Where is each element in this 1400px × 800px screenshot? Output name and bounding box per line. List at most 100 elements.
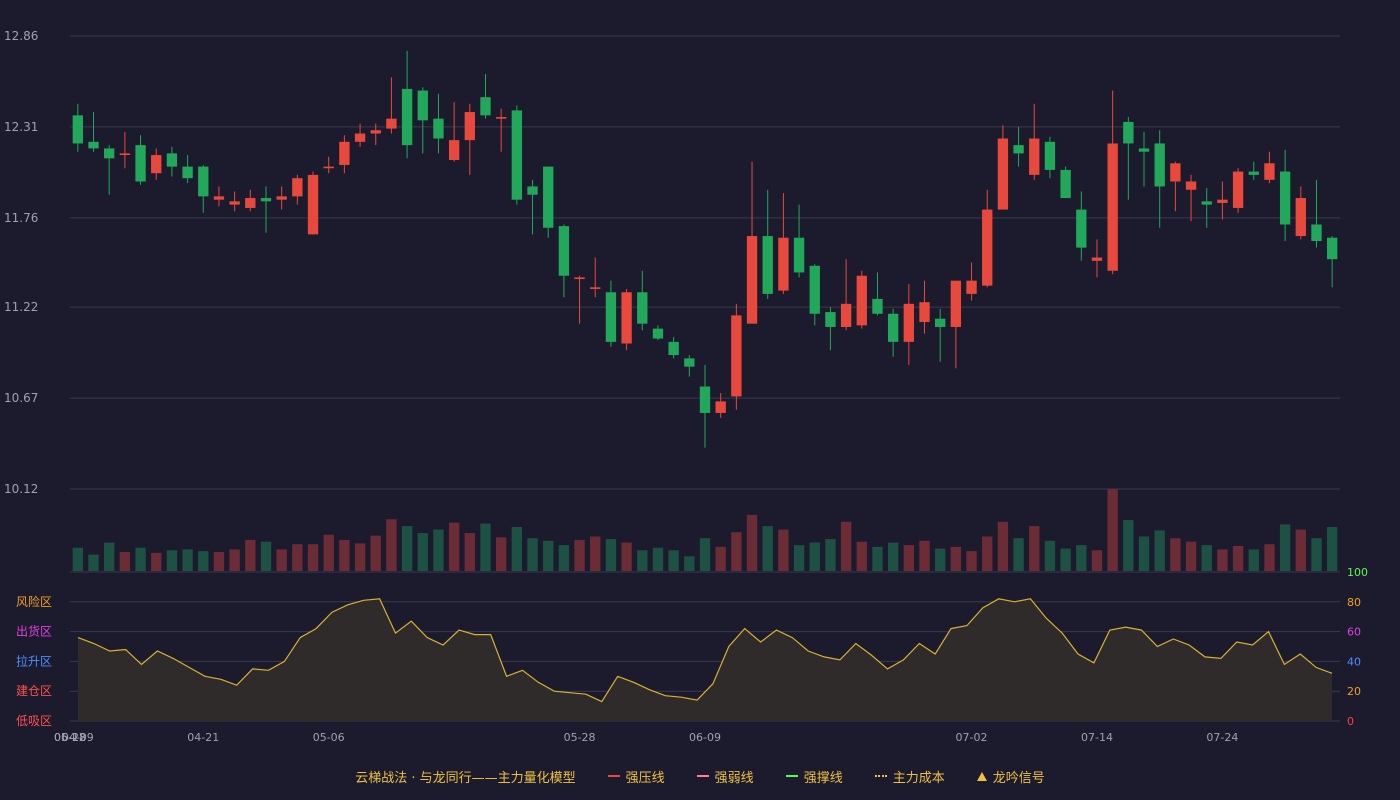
legend-label: 龙吟信号 xyxy=(992,770,1045,786)
candle xyxy=(1326,236,1338,288)
legend-swatch-main-cost xyxy=(874,775,887,777)
candle xyxy=(872,272,883,316)
candle xyxy=(778,193,789,294)
candle-body xyxy=(574,277,585,280)
candle-body xyxy=(840,303,852,327)
candle-body xyxy=(88,141,99,149)
x-tick-label: 07-14 xyxy=(1081,731,1113,744)
volume-bar xyxy=(339,539,350,571)
candle xyxy=(1264,151,1275,184)
candle xyxy=(762,189,773,299)
volume-bar xyxy=(417,533,428,571)
candle-body xyxy=(731,315,742,397)
candle xyxy=(605,280,617,347)
candle xyxy=(292,174,303,205)
candle-body xyxy=(511,110,523,200)
candle xyxy=(746,161,758,324)
candle xyxy=(966,262,977,301)
volume-bar xyxy=(166,550,178,571)
volume-bar xyxy=(135,547,146,571)
volume-bar xyxy=(1123,520,1134,571)
candle xyxy=(887,308,899,357)
candle-body xyxy=(1091,257,1103,261)
indicator-tick-label: 20 xyxy=(1347,685,1361,698)
volume-bar xyxy=(637,550,648,571)
candle-body xyxy=(825,312,836,327)
candle xyxy=(511,105,523,205)
x-tick-label: 05-28 xyxy=(564,731,596,744)
candle-body xyxy=(778,237,789,291)
candle-body xyxy=(1279,171,1291,225)
indicator-tick-label: 0 xyxy=(1347,715,1354,728)
legend-swatch-strength-line xyxy=(696,775,709,777)
volume-bar xyxy=(1311,538,1322,571)
candle-body xyxy=(590,287,601,289)
candle-body xyxy=(1326,237,1338,260)
candle-body xyxy=(637,292,648,324)
candle-body xyxy=(1185,181,1197,190)
volume-bar xyxy=(386,519,397,571)
volume-bar xyxy=(966,551,977,571)
candle-body xyxy=(370,130,381,134)
volume-bar xyxy=(856,541,867,571)
candle xyxy=(1217,181,1228,220)
candle-body xyxy=(307,174,319,235)
volume-bar xyxy=(182,549,193,571)
volume-bar xyxy=(715,546,726,571)
volume-bar xyxy=(1232,545,1244,571)
volume-bar xyxy=(401,526,413,571)
legend-item-strong-support[interactable]: 强撑线 xyxy=(785,767,843,786)
candle-body xyxy=(1107,143,1118,271)
volume-bar xyxy=(699,538,711,571)
candle xyxy=(417,87,428,154)
legend-item-strength-line[interactable]: 强弱线 xyxy=(696,767,754,786)
price-tick-label: 11.22 xyxy=(4,300,38,314)
candle-body xyxy=(1138,148,1150,152)
candle xyxy=(88,112,99,152)
volume-bar xyxy=(1217,549,1228,571)
candle xyxy=(1123,117,1134,200)
candlestick-series xyxy=(72,50,1338,448)
candle xyxy=(1154,130,1165,228)
volume-bar xyxy=(119,552,131,571)
candle xyxy=(935,308,946,362)
candle-body xyxy=(72,115,84,144)
candle xyxy=(1060,166,1071,199)
candle-body xyxy=(950,280,962,327)
candle-body xyxy=(1295,198,1306,237)
candle xyxy=(652,325,664,341)
candle xyxy=(1232,168,1244,213)
candle-body xyxy=(1060,169,1071,199)
volume-bar xyxy=(1201,545,1212,571)
candle-body xyxy=(119,153,131,156)
x-tick-label: 07-24 xyxy=(1206,731,1238,744)
volume-bar xyxy=(872,546,883,571)
volume-bar xyxy=(1060,548,1071,571)
candle xyxy=(260,186,272,233)
volume-bar xyxy=(543,540,554,571)
volume-bar xyxy=(1138,536,1150,571)
candle xyxy=(213,186,225,207)
volume-bar xyxy=(1091,550,1103,571)
indicator-area xyxy=(78,598,1332,721)
candle xyxy=(276,186,287,210)
candle-body xyxy=(668,341,679,356)
legend-swatch-strong-support xyxy=(785,775,798,777)
candle xyxy=(1248,161,1259,180)
price-tick-label: 10.12 xyxy=(4,482,38,496)
volume-bar xyxy=(668,550,679,571)
legend-item-dragon-signal[interactable]: 龙吟信号 xyxy=(976,767,1045,786)
candle xyxy=(919,280,930,334)
candle-body xyxy=(762,236,773,294)
candle xyxy=(166,146,178,177)
candle xyxy=(104,145,115,195)
legend-item-main-cost[interactable]: 主力成本 xyxy=(874,767,945,786)
legend-item-strong-pressure[interactable]: 强压线 xyxy=(607,767,665,786)
candle xyxy=(480,74,491,119)
candle xyxy=(1201,188,1212,228)
candle xyxy=(1138,131,1150,187)
legend-label: 强撑线 xyxy=(803,770,843,786)
stock-chart: 12.86 12.31 11.76 11.22 10.67 10.12 100 80 60 40… xyxy=(4,29,1368,744)
indicator-tick-label: 60 xyxy=(1347,626,1361,639)
candle-body xyxy=(966,280,977,294)
